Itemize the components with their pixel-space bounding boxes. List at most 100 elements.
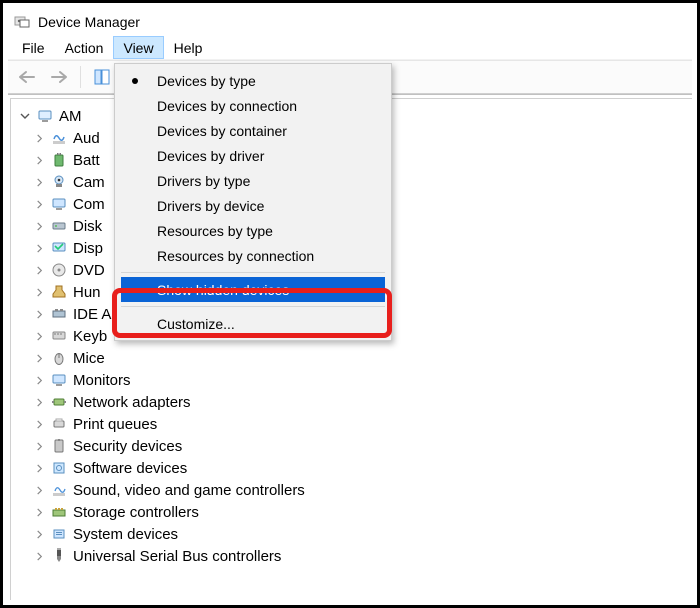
tree-item[interactable]: System devices	[33, 523, 692, 545]
expand-icon[interactable]	[33, 330, 45, 342]
dropdown-label: Drivers by type	[157, 173, 250, 189]
device-category-icon	[51, 416, 67, 432]
device-category-icon	[51, 174, 67, 190]
tree-item[interactable]: Universal Serial Bus controllers	[33, 545, 692, 567]
menu-devices-by-connection[interactable]: Devices by connection	[117, 93, 389, 118]
toolbar-btn-1[interactable]	[87, 64, 117, 90]
toolbar-separator	[80, 66, 81, 88]
window-title: Device Manager	[38, 14, 140, 30]
device-category-icon	[51, 438, 67, 454]
expand-icon[interactable]	[33, 396, 45, 408]
tree-item[interactable]: Print queues	[33, 413, 692, 435]
device-manager-icon	[14, 14, 30, 30]
expand-icon[interactable]	[33, 176, 45, 188]
tree-item-label: Security devices	[73, 439, 182, 454]
dropdown-label: Devices by connection	[157, 98, 297, 114]
bullet-icon	[132, 78, 138, 84]
menu-resources-by-connection[interactable]: Resources by connection	[117, 243, 389, 268]
tree-item-label: Disk	[73, 219, 102, 234]
expand-icon[interactable]	[33, 506, 45, 518]
expand-icon[interactable]	[33, 286, 45, 298]
menu-file[interactable]: File	[12, 36, 55, 59]
device-category-icon	[51, 328, 67, 344]
dropdown-label: Devices by container	[157, 123, 287, 139]
menu-devices-by-type[interactable]: Devices by type	[117, 68, 389, 93]
tree-item-label: System devices	[73, 527, 178, 542]
menu-show-hidden-devices[interactable]: Show hidden devices	[121, 277, 385, 302]
dropdown-label: Devices by type	[157, 73, 256, 89]
expand-icon[interactable]	[33, 418, 45, 430]
dropdown-label: Devices by driver	[157, 148, 264, 164]
tree-item[interactable]: Network adapters	[33, 391, 692, 413]
tree-item-label: Network adapters	[73, 395, 191, 410]
collapse-icon[interactable]	[19, 110, 31, 122]
device-category-icon	[51, 526, 67, 542]
tree-item[interactable]: Software devices	[33, 457, 692, 479]
menu-devices-by-driver[interactable]: Devices by driver	[117, 143, 389, 168]
tree-item-label: Com	[73, 197, 105, 212]
expand-icon[interactable]	[33, 550, 45, 562]
tree-item[interactable]: Mice	[33, 347, 692, 369]
menu-view[interactable]: View	[113, 36, 163, 59]
expand-icon[interactable]	[33, 264, 45, 276]
device-category-icon	[51, 262, 67, 278]
back-button[interactable]	[12, 64, 42, 90]
device-category-icon	[51, 240, 67, 256]
expand-icon[interactable]	[33, 484, 45, 496]
tree-item-label: Keyb	[73, 329, 107, 344]
titlebar: Device Manager	[8, 8, 692, 36]
computer-icon	[37, 108, 53, 124]
menu-action[interactable]: Action	[55, 36, 114, 59]
expand-icon[interactable]	[33, 132, 45, 144]
device-category-icon	[51, 218, 67, 234]
expand-icon[interactable]	[33, 352, 45, 364]
menu-devices-by-container[interactable]: Devices by container	[117, 118, 389, 143]
expand-icon[interactable]	[33, 528, 45, 540]
tree-item-label: Universal Serial Bus controllers	[73, 549, 281, 564]
device-category-icon	[51, 504, 67, 520]
tree-item-label: Batt	[73, 153, 100, 168]
tree-item-label: Print queues	[73, 417, 157, 432]
forward-button[interactable]	[44, 64, 74, 90]
expand-icon[interactable]	[33, 242, 45, 254]
dropdown-separator	[121, 306, 385, 307]
tree-item[interactable]: Monitors	[33, 369, 692, 391]
dropdown-label: Customize...	[157, 316, 235, 332]
tree-item-label: DVD	[73, 263, 105, 278]
device-category-icon	[51, 196, 67, 212]
device-category-icon	[51, 394, 67, 410]
device-category-icon	[51, 284, 67, 300]
tree-item[interactable]: Security devices	[33, 435, 692, 457]
expand-icon[interactable]	[33, 220, 45, 232]
expand-icon[interactable]	[33, 308, 45, 320]
device-category-icon	[51, 152, 67, 168]
tree-item-label: Storage controllers	[73, 505, 199, 520]
tree-item-label: Mice	[73, 351, 105, 366]
expand-icon[interactable]	[33, 374, 45, 386]
tree-item-label: Hun	[73, 285, 101, 300]
tree-root-label: AM	[59, 109, 82, 124]
dropdown-label: Drivers by device	[157, 198, 264, 214]
expand-icon[interactable]	[33, 198, 45, 210]
tree-item[interactable]: Sound, video and game controllers	[33, 479, 692, 501]
device-category-icon	[51, 548, 67, 564]
menu-customize[interactable]: Customize...	[117, 311, 389, 336]
menu-drivers-by-type[interactable]: Drivers by type	[117, 168, 389, 193]
tree-item-label: Monitors	[73, 373, 131, 388]
menu-help[interactable]: Help	[164, 36, 213, 59]
menu-resources-by-type[interactable]: Resources by type	[117, 218, 389, 243]
expand-icon[interactable]	[33, 462, 45, 474]
tree-item[interactable]: Storage controllers	[33, 501, 692, 523]
device-category-icon	[51, 350, 67, 366]
menu-drivers-by-device[interactable]: Drivers by device	[117, 193, 389, 218]
view-menu-dropdown: Devices by type Devices by connection De…	[114, 63, 392, 341]
tree-item-label: Cam	[73, 175, 105, 190]
tree-item-label: Disp	[73, 241, 103, 256]
expand-icon[interactable]	[33, 154, 45, 166]
dropdown-label: Resources by type	[157, 223, 273, 239]
expand-icon[interactable]	[33, 440, 45, 452]
tree-item-label: IDE A	[73, 307, 111, 322]
dropdown-label: Show hidden devices	[157, 282, 289, 298]
device-category-icon	[51, 460, 67, 476]
menubar: File Action View Help	[8, 36, 692, 60]
